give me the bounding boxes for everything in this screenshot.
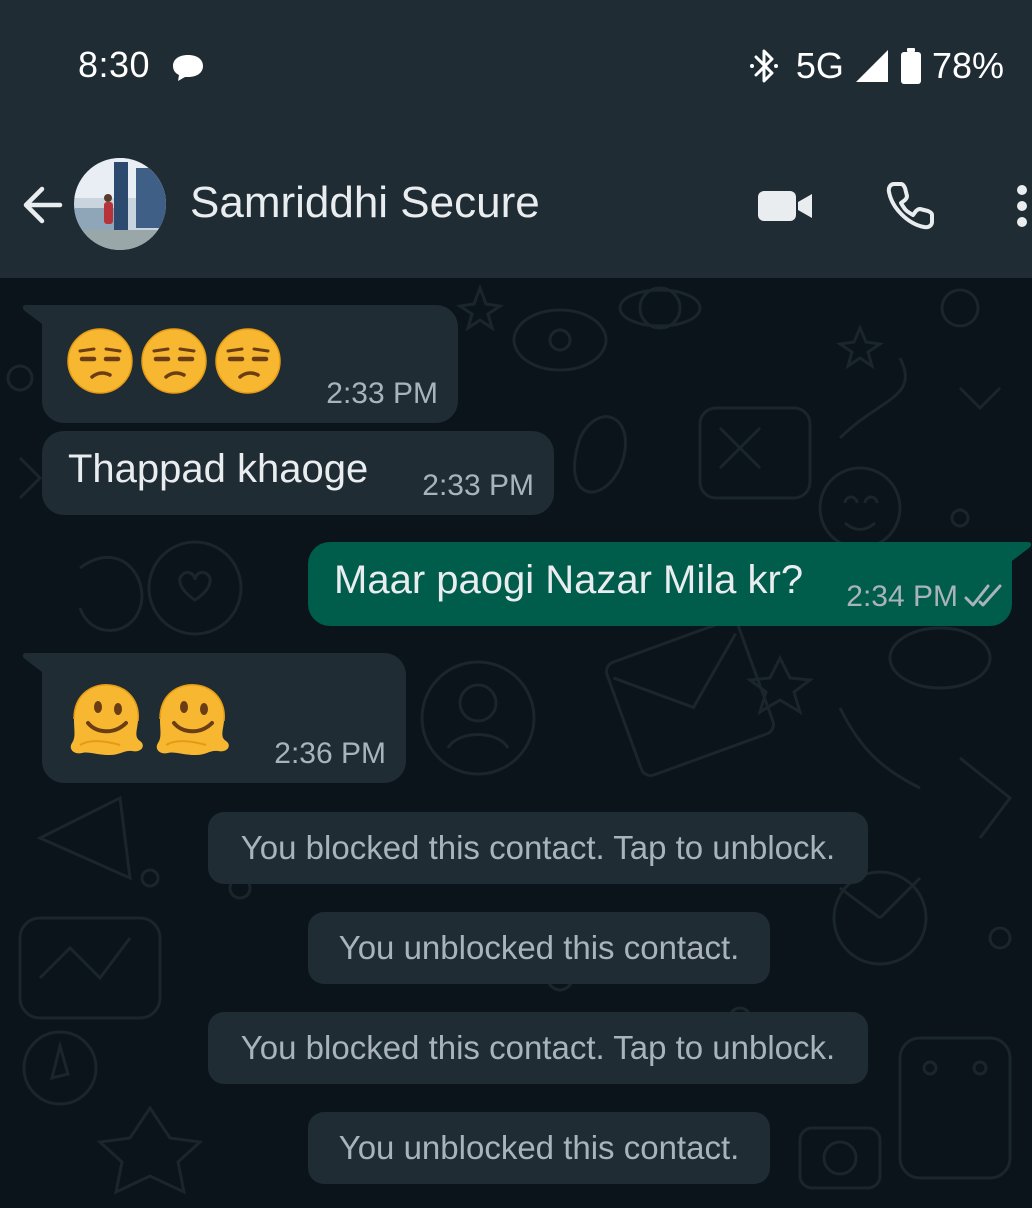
status-time: 8:30 <box>78 44 151 85</box>
system-message-blocked[interactable]: You blocked this contact. Tap to unblock… <box>208 812 868 884</box>
avatar-photo <box>74 158 166 250</box>
unamused-face-emoji <box>215 328 281 394</box>
chat-notification-icon <box>173 55 203 81</box>
incoming-message[interactable]: Thappad khaoge 2:33 PM <box>42 431 554 515</box>
message-time: 2:33 PM <box>422 469 534 502</box>
signal-icon <box>855 50 888 82</box>
whatsapp-chat-screen: 8:30 5G 78% Samriddhi Secure 2:33 PM Tha… <box>0 0 1032 1208</box>
emoji-row <box>66 679 232 759</box>
network-type: 5G <box>795 45 844 86</box>
message-text: Maar paogi Nazar Mila kr? <box>334 558 804 602</box>
battery-icon <box>900 48 921 84</box>
message-list[interactable]: 2:33 PM Thappad khaoge 2:33 PM Maar paog… <box>0 278 1032 1208</box>
system-message-unblocked: You unblocked this contact. <box>308 912 770 984</box>
phone-icon[interactable] <box>884 180 936 232</box>
status-bar: 8:30 5G 78% <box>0 0 1032 130</box>
emoji-row <box>66 327 282 395</box>
melting-face-emoji <box>156 684 229 755</box>
message-time: 2:33 PM <box>326 377 438 410</box>
back-arrow-icon[interactable] <box>20 182 66 228</box>
system-message-unblocked: You unblocked this contact. <box>308 1112 770 1184</box>
more-options-icon[interactable] <box>1008 182 1032 230</box>
chat-header: Samriddhi Secure <box>0 130 1032 278</box>
unamused-face-emoji <box>141 328 207 394</box>
unamused-face-emoji <box>67 328 133 394</box>
contact-avatar[interactable] <box>74 158 166 250</box>
melting-face-emoji <box>70 684 143 755</box>
bluetooth-icon <box>749 49 778 83</box>
contact-name[interactable]: Samriddhi Secure <box>190 178 540 228</box>
bubble-tail <box>1008 542 1032 564</box>
incoming-message[interactable]: 2:33 PM <box>22 305 458 423</box>
status-indicators: 5G 78% <box>748 44 1004 88</box>
message-time: 2:34 PM <box>846 580 958 613</box>
bubble-tail <box>22 653 46 675</box>
incoming-message[interactable]: 2:36 PM <box>22 653 406 783</box>
message-time: 2:36 PM <box>274 737 386 770</box>
outgoing-message[interactable]: Maar paogi Nazar Mila kr? 2:34 PM <box>308 542 1032 626</box>
message-text: Thappad khaoge <box>68 447 369 491</box>
bubble-tail <box>22 305 46 327</box>
video-call-icon[interactable] <box>756 188 814 224</box>
read-receipt-icon <box>964 584 1002 607</box>
system-message-blocked[interactable]: You blocked this contact. Tap to unblock… <box>208 1012 868 1084</box>
battery-percent: 78% <box>931 45 1004 86</box>
